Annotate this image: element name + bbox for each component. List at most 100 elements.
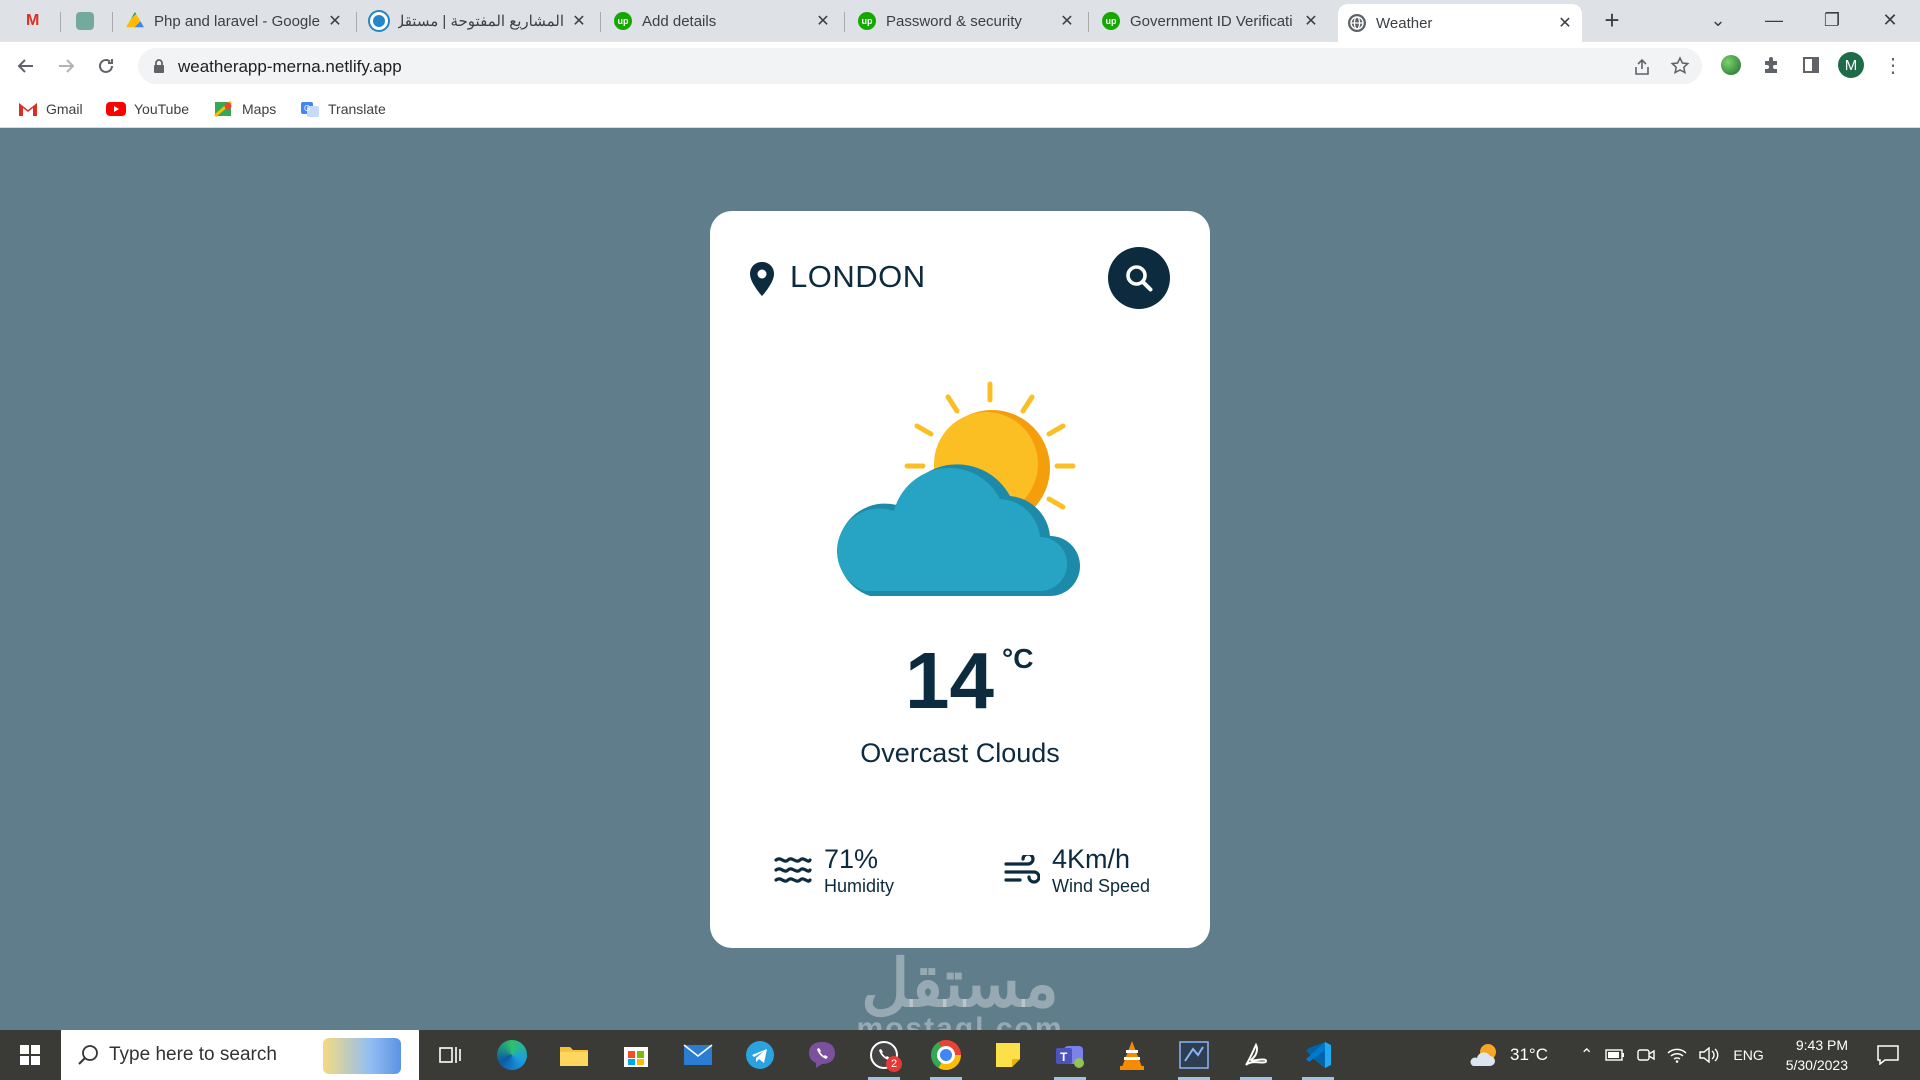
browser-toolbar: weatherapp-merna.netlify.app M ⋮ [0, 42, 1920, 90]
close-window-button[interactable]: ✕ [1862, 0, 1918, 40]
humidity-waves-icon [774, 857, 812, 883]
mail-icon[interactable] [676, 1036, 720, 1074]
taskbar-search-box[interactable]: Type here to search [61, 1030, 419, 1080]
tab-separator [844, 12, 845, 32]
lock-icon [154, 59, 164, 73]
city-name: LONDON [790, 259, 926, 294]
chatgpt-icon [76, 12, 94, 30]
notification-badge: 2 [886, 1056, 902, 1072]
tab-php-laravel[interactable]: Php and laravel - Google ✕ [116, 4, 352, 38]
extensions-puzzle-icon[interactable] [1758, 52, 1784, 78]
close-icon[interactable]: ✕ [816, 11, 830, 31]
vlc-icon[interactable] [1110, 1036, 1154, 1074]
tab-separator [112, 12, 113, 32]
search-icon [78, 1045, 98, 1065]
gmail-icon [19, 103, 37, 116]
back-button[interactable] [10, 50, 42, 82]
sql-server-icon[interactable] [1172, 1036, 1216, 1080]
close-icon[interactable]: ✕ [572, 11, 586, 31]
bookmark-maps[interactable]: Maps [214, 98, 276, 120]
windows-logo-icon [20, 1045, 40, 1065]
menu-kebab-icon[interactable]: ⋮ [1880, 52, 1906, 78]
tab-government-id[interactable]: up Government ID Verificati ✕ [1092, 4, 1328, 38]
clock[interactable]: 9:43 PM 5/30/2023 [1772, 1030, 1848, 1080]
url-text[interactable]: weatherapp-merna.netlify.app [178, 57, 402, 77]
tab-weather[interactable]: Weather ✕ [1338, 4, 1582, 42]
maps-icon [214, 101, 232, 117]
clock-date: 5/30/2023 [1785, 1057, 1848, 1073]
tab-title: Password & security [886, 12, 1022, 30]
reload-icon [99, 58, 113, 73]
minimize-button[interactable]: — [1746, 0, 1802, 40]
tab-chatgpt[interactable] [64, 4, 108, 38]
taskbar-search-placeholder: Type here to search [109, 1044, 277, 1065]
tab-gmail[interactable]: M [14, 4, 56, 38]
new-tab-button[interactable]: + [1584, 0, 1640, 40]
tray-weather[interactable]: 31°C [1470, 1030, 1548, 1080]
wind-value: 4Km/h [1052, 844, 1131, 874]
bookmark-label: YouTube [134, 101, 190, 117]
restore-button[interactable]: ❐ [1804, 0, 1860, 40]
tab-separator [356, 12, 357, 32]
battery-icon[interactable] [1605, 1049, 1625, 1061]
address-bar[interactable]: weatherapp-merna.netlify.app [138, 48, 1702, 84]
tab-password-security[interactable]: up Password & security ✕ [848, 4, 1084, 38]
gmail-icon: M [26, 12, 40, 29]
search-button[interactable] [1108, 247, 1170, 309]
viber-icon[interactable] [800, 1036, 844, 1074]
close-icon[interactable]: ✕ [1060, 11, 1074, 31]
humidity-label: Humidity [824, 876, 895, 896]
tab-add-details[interactable]: up Add details ✕ [604, 4, 840, 38]
search-highlight-icon [323, 1038, 401, 1074]
volume-icon[interactable] [1699, 1047, 1719, 1063]
edge-icon[interactable] [490, 1036, 534, 1074]
sticky-notes-icon[interactable] [986, 1036, 1030, 1074]
tray-icons: ⌃ ENG [1580, 1030, 1764, 1080]
close-icon[interactable]: ✕ [328, 11, 342, 31]
close-icon[interactable]: ✕ [1304, 11, 1318, 31]
whatsapp-icon[interactable]: 2 [862, 1036, 906, 1080]
reload-button[interactable] [90, 50, 122, 82]
windows-taskbar: Type here to search 2 T 31°C ⌃ ENG 9:43 … [0, 1030, 1920, 1080]
partly-cloudy-icon [1470, 1044, 1496, 1066]
vscode-icon[interactable] [1296, 1036, 1340, 1080]
meet-now-icon[interactable] [1637, 1047, 1656, 1063]
arrow-left-icon [17, 59, 33, 73]
notification-icon [1877, 1045, 1899, 1065]
tab-search-chevron-icon[interactable]: ⌄ [1690, 0, 1746, 40]
bookmark-translate[interactable]: G Translate [300, 98, 386, 120]
chevron-up-icon[interactable]: ⌃ [1580, 1045, 1593, 1065]
language-indicator[interactable]: ENG [1733, 1047, 1763, 1063]
start-button[interactable] [0, 1030, 60, 1080]
tab-title: Government ID Verificati [1130, 12, 1293, 30]
telegram-icon[interactable] [738, 1036, 782, 1074]
tab-separator [60, 12, 61, 32]
side-panel-icon[interactable] [1798, 52, 1824, 78]
bookmark-youtube[interactable]: YouTube [106, 98, 189, 120]
bookmark-gmail[interactable]: Gmail [18, 98, 83, 120]
search-icon [1126, 265, 1153, 292]
notification-center-button[interactable] [1866, 1030, 1910, 1080]
close-icon[interactable]: ✕ [1558, 13, 1572, 33]
weather-card: LONDON 14 °C Overcast Clouds 71% Humidit… [710, 211, 1210, 948]
tab-title: Php and laravel - Google [154, 12, 320, 30]
tab-mostaql[interactable]: المشاريع المفتوحة | مستقل ✕ [360, 4, 596, 38]
wifi-icon[interactable] [1667, 1047, 1687, 1063]
upwork-icon: up [614, 12, 632, 30]
svg-text:G: G [304, 104, 310, 113]
location-pin-icon [750, 262, 774, 296]
extension-globe-icon[interactable] [1718, 52, 1744, 78]
chrome-icon[interactable] [924, 1036, 968, 1080]
humidity-value: 71% [824, 844, 879, 874]
tab-separator [1088, 12, 1089, 32]
teams-icon[interactable]: T [1048, 1036, 1092, 1080]
bookmark-label: Maps [242, 101, 277, 117]
file-explorer-icon[interactable] [552, 1036, 596, 1074]
profile-avatar[interactable]: M [1838, 52, 1864, 78]
youtube-icon [106, 102, 126, 116]
acrobat-icon[interactable] [1234, 1036, 1278, 1080]
tab-title: Add details [642, 12, 717, 30]
microsoft-store-icon[interactable] [614, 1036, 658, 1074]
forward-button[interactable] [50, 50, 82, 82]
task-view-button[interactable] [428, 1036, 472, 1074]
